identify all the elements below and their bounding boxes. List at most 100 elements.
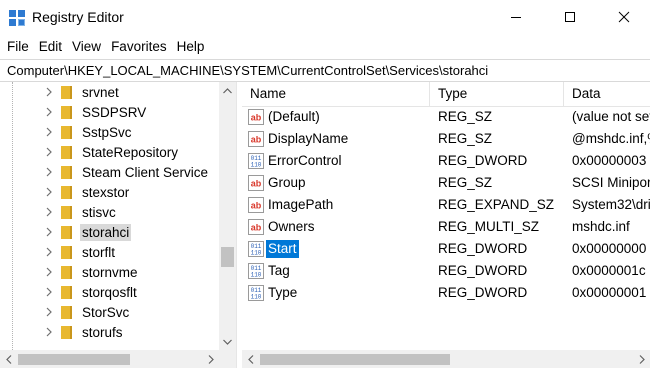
tree-item[interactable]: stisvc — [0, 202, 219, 222]
tree-item[interactable]: srvnet — [0, 82, 219, 102]
expand-chevron-icon[interactable] — [44, 286, 54, 298]
value-row[interactable]: 011 110 ErrorControl REG_DWORD 0x00000003 — [242, 150, 650, 172]
binary-value-icon: 011110 — [248, 285, 264, 301]
svg-text:110: 110 — [251, 272, 262, 279]
expand-chevron-icon[interactable] — [44, 306, 54, 318]
value-row[interactable]: 011 110 Tag REG_DWORD 0x0000001c — [242, 260, 650, 282]
binary-value-icon: 011110 — [248, 263, 264, 279]
scrollbar-thumb[interactable] — [260, 354, 450, 365]
tree-item-label: StateRepository — [82, 145, 179, 160]
close-button[interactable] — [597, 0, 650, 34]
tree-item-label: StorSvc — [82, 305, 130, 320]
registry-editor-icon — [9, 10, 25, 26]
tree-item[interactable]: stexstor — [0, 182, 219, 202]
folder-icon — [61, 146, 72, 159]
tree-item-label: storufs — [82, 325, 123, 340]
value-row[interactable]: ab Owners REG_MULTI_SZ mshdc.inf — [242, 216, 650, 238]
chevron-right-icon — [208, 354, 214, 364]
column-header-type[interactable]: Type — [430, 82, 564, 106]
scroll-right-button[interactable] — [202, 350, 219, 368]
tree-item[interactable]: storufs — [0, 322, 219, 342]
chevron-up-icon — [223, 87, 232, 93]
tree-horizontal-scrollbar[interactable] — [0, 350, 236, 368]
tree-item[interactable]: storqosflt — [0, 282, 219, 302]
value-type: REG_DWORD — [438, 263, 528, 278]
string-value-icon: ab — [248, 109, 264, 125]
scroll-right-button[interactable] — [633, 350, 650, 368]
value-data: 0x0000001c — [572, 263, 646, 278]
scroll-down-button[interactable] — [219, 333, 236, 350]
menu-edit[interactable]: Edit — [34, 37, 67, 57]
value-type: REG_DWORD — [438, 153, 528, 168]
value-row[interactable]: ab (Default) REG_SZ (value not set) — [242, 106, 650, 128]
menu-file[interactable]: File — [2, 37, 34, 57]
tree-item[interactable]: stornvme — [0, 262, 219, 282]
menu-favorites[interactable]: Favorites — [106, 37, 172, 57]
tree-item-label: SstpSvc — [82, 125, 132, 140]
expand-chevron-icon[interactable] — [44, 126, 54, 138]
value-row[interactable]: ab Group REG_SZ SCSI Miniport — [242, 172, 650, 194]
tree-item[interactable]: SSDPSRV — [0, 102, 219, 122]
folder-icon — [61, 306, 72, 319]
tree-item[interactable]: storflt — [0, 242, 219, 262]
value-type: REG_SZ — [438, 131, 493, 146]
expand-chevron-icon[interactable] — [44, 146, 54, 158]
chevron-left-icon — [247, 354, 253, 364]
value-row[interactable]: ab DisplayName REG_SZ @mshdc.inf,% — [242, 128, 650, 150]
tree-item-label: storqosflt — [82, 285, 137, 300]
value-name: Start — [266, 240, 299, 258]
scrollbar-thumb[interactable] — [18, 354, 130, 365]
tree-item-label: storahci — [80, 224, 132, 241]
value-name: Type — [268, 285, 298, 300]
folder-icon — [61, 326, 72, 339]
tree-item-label: srvnet — [82, 85, 119, 100]
tree-item-label: SSDPSRV — [82, 105, 147, 120]
scrollbar-thumb[interactable] — [221, 247, 234, 267]
expand-chevron-icon[interactable] — [44, 266, 54, 278]
tree-item[interactable]: Steam Client Service — [0, 162, 219, 182]
svg-text:ab: ab — [251, 201, 262, 211]
address-bar[interactable]: Computer\HKEY_LOCAL_MACHINE\SYSTEM\Curre… — [0, 59, 650, 82]
close-icon — [618, 11, 630, 23]
value-type: REG_DWORD — [438, 241, 528, 256]
folder-icon — [61, 286, 72, 299]
tree-item[interactable]: StorSvc — [0, 302, 219, 322]
column-header-name[interactable]: Name — [242, 82, 430, 106]
value-data: SCSI Miniport — [572, 175, 650, 190]
tree-item-label: stisvc — [82, 205, 116, 220]
expand-chevron-icon[interactable] — [44, 206, 54, 218]
window-title: Registry Editor — [32, 9, 124, 25]
scroll-up-button[interactable] — [219, 82, 236, 99]
menu-help[interactable]: Help — [172, 37, 210, 57]
value-row[interactable]: 011 110 Start REG_DWORD 0x00000000 — [242, 238, 650, 260]
values-pane: Name Type Data ab (Default) REG_SZ (value n… — [242, 82, 650, 368]
tree-item[interactable]: SstpSvc — [0, 122, 219, 142]
expand-chevron-icon[interactable] — [44, 86, 54, 98]
maximize-button[interactable] — [543, 0, 597, 34]
scroll-left-button[interactable] — [242, 350, 259, 368]
expand-chevron-icon[interactable] — [44, 106, 54, 118]
svg-text:ab: ab — [251, 179, 262, 189]
expand-chevron-icon[interactable] — [44, 226, 54, 238]
value-data: 0x00000001 — [572, 285, 647, 300]
value-name: (Default) — [268, 109, 320, 124]
value-type: REG_SZ — [438, 175, 493, 190]
minimize-button[interactable] — [489, 0, 543, 34]
expand-chevron-icon[interactable] — [44, 186, 54, 198]
scroll-left-button[interactable] — [0, 350, 17, 368]
tree-item[interactable]: storahci — [0, 222, 219, 242]
expand-chevron-icon[interactable] — [44, 166, 54, 178]
expand-chevron-icon[interactable] — [44, 326, 54, 338]
string-value-icon: ab — [248, 197, 264, 213]
minimize-icon — [511, 17, 521, 18]
value-row[interactable]: 011 110 Type REG_DWORD 0x00000001 — [242, 282, 650, 304]
column-header-data[interactable]: Data — [564, 82, 650, 106]
value-row[interactable]: ab ImagePath REG_EXPAND_SZ System32\drivers — [242, 194, 650, 216]
expand-chevron-icon[interactable] — [44, 246, 54, 258]
chevron-left-icon — [5, 354, 11, 364]
values-horizontal-scrollbar[interactable] — [242, 350, 650, 368]
tree-vertical-scrollbar[interactable] — [219, 82, 236, 350]
folder-icon — [61, 126, 72, 139]
menu-view[interactable]: View — [67, 37, 106, 57]
tree-item[interactable]: StateRepository — [0, 142, 219, 162]
